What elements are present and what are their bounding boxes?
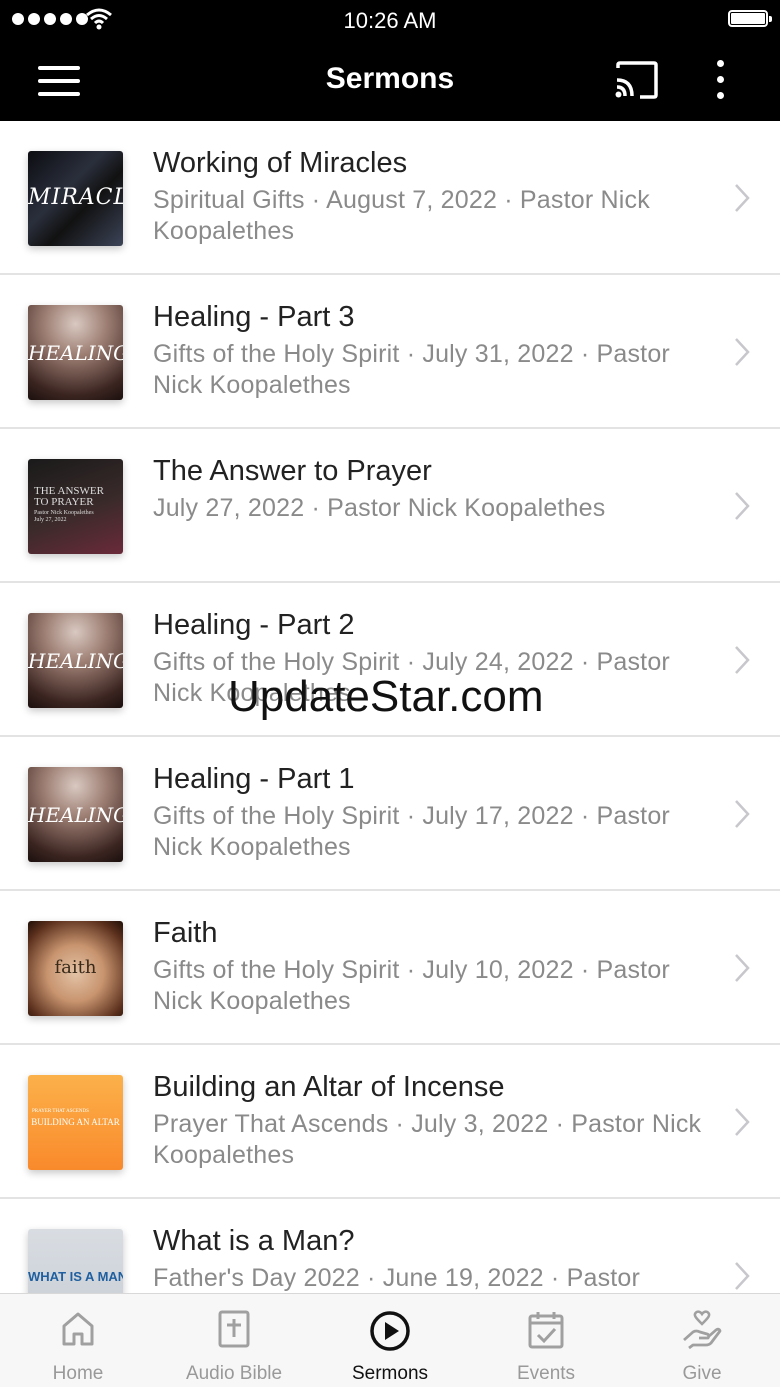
tab-label: Give: [682, 1363, 722, 1384]
bible-icon: [218, 1310, 250, 1348]
list-item[interactable]: THE ANSWER TO PRAYER Pastor Nick Koopale…: [0, 429, 780, 583]
sermon-title: Healing - Part 2: [153, 609, 355, 641]
sermon-subtitle: Gifts of the Holy Spirit · July 31, 2022…: [153, 340, 670, 399]
sermon-subtitle: Gifts of the Holy Spirit · July 10, 2022…: [153, 956, 670, 1015]
tab-sermons[interactable]: Sermons: [312, 1294, 468, 1388]
nav-bar: Sermons: [0, 40, 780, 121]
chevron-right-icon: [735, 1108, 750, 1136]
tab-events[interactable]: Events: [468, 1294, 624, 1388]
tab-label: Audio Bible: [185, 1363, 283, 1384]
hand-heart-icon: [683, 1310, 722, 1350]
list-item[interactable]: HEALING Healing - Part 3 Gifts of the Ho…: [0, 275, 780, 429]
list-item[interactable]: MIRACLES Working of Miracles Spiritual G…: [0, 121, 780, 275]
sermon-thumbnail: HEALING: [28, 613, 123, 708]
sermon-thumbnail: HEALING: [28, 767, 123, 862]
tab-label: Home: [52, 1363, 104, 1384]
sermon-subtitle: July 27, 2022 · Pastor Nick Koopalethes: [153, 494, 606, 522]
sermon-title: Working of Miracles: [153, 147, 408, 179]
chevron-right-icon: [735, 492, 750, 520]
sermon-title: Healing - Part 3: [153, 301, 355, 333]
status-time: 10:26 AM: [343, 8, 437, 33]
chevron-right-icon: [735, 954, 750, 982]
sermon-subtitle: Spiritual Gifts · August 7, 2022 · Pasto…: [153, 186, 650, 245]
sermon-thumbnail: HEALING: [28, 305, 123, 400]
sermon-subtitle: Gifts of the Holy Spirit · July 24, 2022…: [153, 648, 670, 707]
sermon-title: Healing - Part 1: [153, 763, 355, 795]
chevron-right-icon: [735, 184, 750, 212]
tab-label: Events: [516, 1363, 576, 1384]
list-item[interactable]: faith Faith Gifts of the Holy Spirit · J…: [0, 891, 780, 1045]
sermon-subtitle: Gifts of the Holy Spirit · July 17, 2022…: [153, 802, 670, 861]
chevron-right-icon: [735, 646, 750, 674]
calendar-check-icon: [528, 1312, 564, 1349]
sermon-title: Building an Altar of Incense: [153, 1071, 505, 1103]
sermon-list: MIRACLES Working of Miracles Spiritual G…: [0, 121, 780, 1293]
chevron-right-icon: [735, 800, 750, 828]
chevron-right-icon: [735, 338, 750, 366]
sermon-thumbnail: MIRACLES: [28, 151, 123, 246]
page-title: Sermons: [325, 62, 455, 95]
tab-give[interactable]: Give: [624, 1294, 780, 1388]
sermon-title: Faith: [153, 917, 218, 949]
sermon-title: What is a Man?: [153, 1225, 355, 1257]
battery-icon: [728, 10, 772, 27]
list-item[interactable]: PRAYER THAT ASCENDS BUILDING AN ALTAR Bu…: [0, 1045, 780, 1199]
list-item[interactable]: HEALING Healing - Part 1 Gifts of the Ho…: [0, 737, 780, 891]
list-item[interactable]: HEALING Healing - Part 2 Gifts of the Ho…: [0, 583, 780, 737]
sermon-thumbnail: faith: [28, 921, 123, 1016]
tab-audio-bible[interactable]: Audio Bible: [156, 1294, 312, 1388]
home-icon: [62, 1312, 94, 1346]
tab-bar: Home Audio Bible Sermons Events Give: [0, 1293, 780, 1387]
cast-icon[interactable]: [614, 60, 660, 100]
list-item[interactable]: WHAT IS A MAN? What is a Man? Father's D…: [0, 1199, 780, 1293]
play-circle-icon: [370, 1311, 410, 1351]
sermon-thumbnail: PRAYER THAT ASCENDS BUILDING AN ALTAR: [28, 1075, 123, 1170]
sermon-subtitle: Father's Day 2022 · June 19, 2022 · Past…: [153, 1264, 641, 1292]
tab-home[interactable]: Home: [0, 1294, 156, 1388]
sermon-subtitle: Prayer That Ascends · July 3, 2022 · Pas…: [153, 1110, 702, 1169]
chevron-right-icon: [735, 1262, 750, 1290]
sermon-thumbnail: WHAT IS A MAN?: [28, 1229, 123, 1293]
sermon-thumbnail: THE ANSWER TO PRAYER Pastor Nick Koopale…: [28, 459, 123, 554]
status-bar: 10:26 AM: [0, 0, 780, 40]
more-options-icon[interactable]: [704, 58, 736, 102]
sermon-title: The Answer to Prayer: [153, 455, 432, 487]
tab-label: Sermons: [351, 1363, 429, 1384]
